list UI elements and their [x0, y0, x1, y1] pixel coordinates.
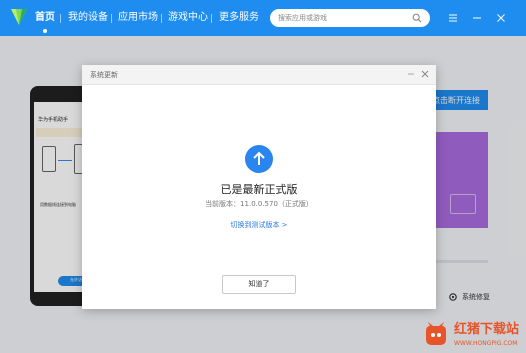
close-window-icon[interactable] [494, 11, 508, 25]
dialog-title: 系统更新 [90, 71, 118, 79]
nav-item-game-center[interactable]: 游戏中心 [168, 12, 208, 24]
system-update-dialog: 系统更新 已是最新正式版 当前版本：11.0.0.570（正式版） 切换到测试版… [82, 65, 436, 309]
app-logo-icon[interactable] [8, 6, 30, 28]
watermark-url: WWW.HONGPIG.COM [454, 340, 518, 347]
watermark-logo-icon [426, 322, 446, 345]
menu-icon[interactable] [446, 11, 460, 25]
switch-test-version-link[interactable]: 切换到测试版本 > [82, 220, 436, 230]
search-box[interactable]: 搜索应用或游戏 [270, 9, 430, 27]
nav-item-home[interactable]: 首页 [35, 12, 55, 24]
update-arrow-icon [245, 145, 273, 173]
search-icon[interactable] [412, 13, 422, 23]
nav-separator [60, 14, 61, 23]
current-version-text: 当前版本：11.0.0.570（正式版） [205, 200, 313, 208]
nav-separator [161, 14, 162, 23]
nav-item-more-services[interactable]: 更多服务 [219, 12, 259, 24]
dialog-header: 系统更新 [82, 65, 436, 85]
minimize-icon[interactable] [406, 69, 416, 79]
close-icon[interactable] [420, 69, 430, 79]
up-to-date-status: 已是最新正式版 [220, 183, 298, 196]
nav-item-my-devices[interactable]: 我的设备 [68, 12, 108, 24]
nav-separator [111, 14, 112, 23]
search-placeholder[interactable]: 搜索应用或游戏 [278, 13, 327, 23]
nav-separator [211, 14, 212, 23]
watermark-title: 红猪下载站 [454, 322, 520, 337]
got-it-button[interactable]: 知道了 [222, 275, 296, 294]
top-navigation-bar: 首页 我的设备 应用市场 游戏中心 更多服务 搜索应用或游戏 [0, 0, 526, 36]
nav-item-app-market[interactable]: 应用市场 [118, 12, 158, 24]
active-indicator [43, 29, 47, 33]
minimize-window-icon[interactable] [470, 11, 484, 25]
